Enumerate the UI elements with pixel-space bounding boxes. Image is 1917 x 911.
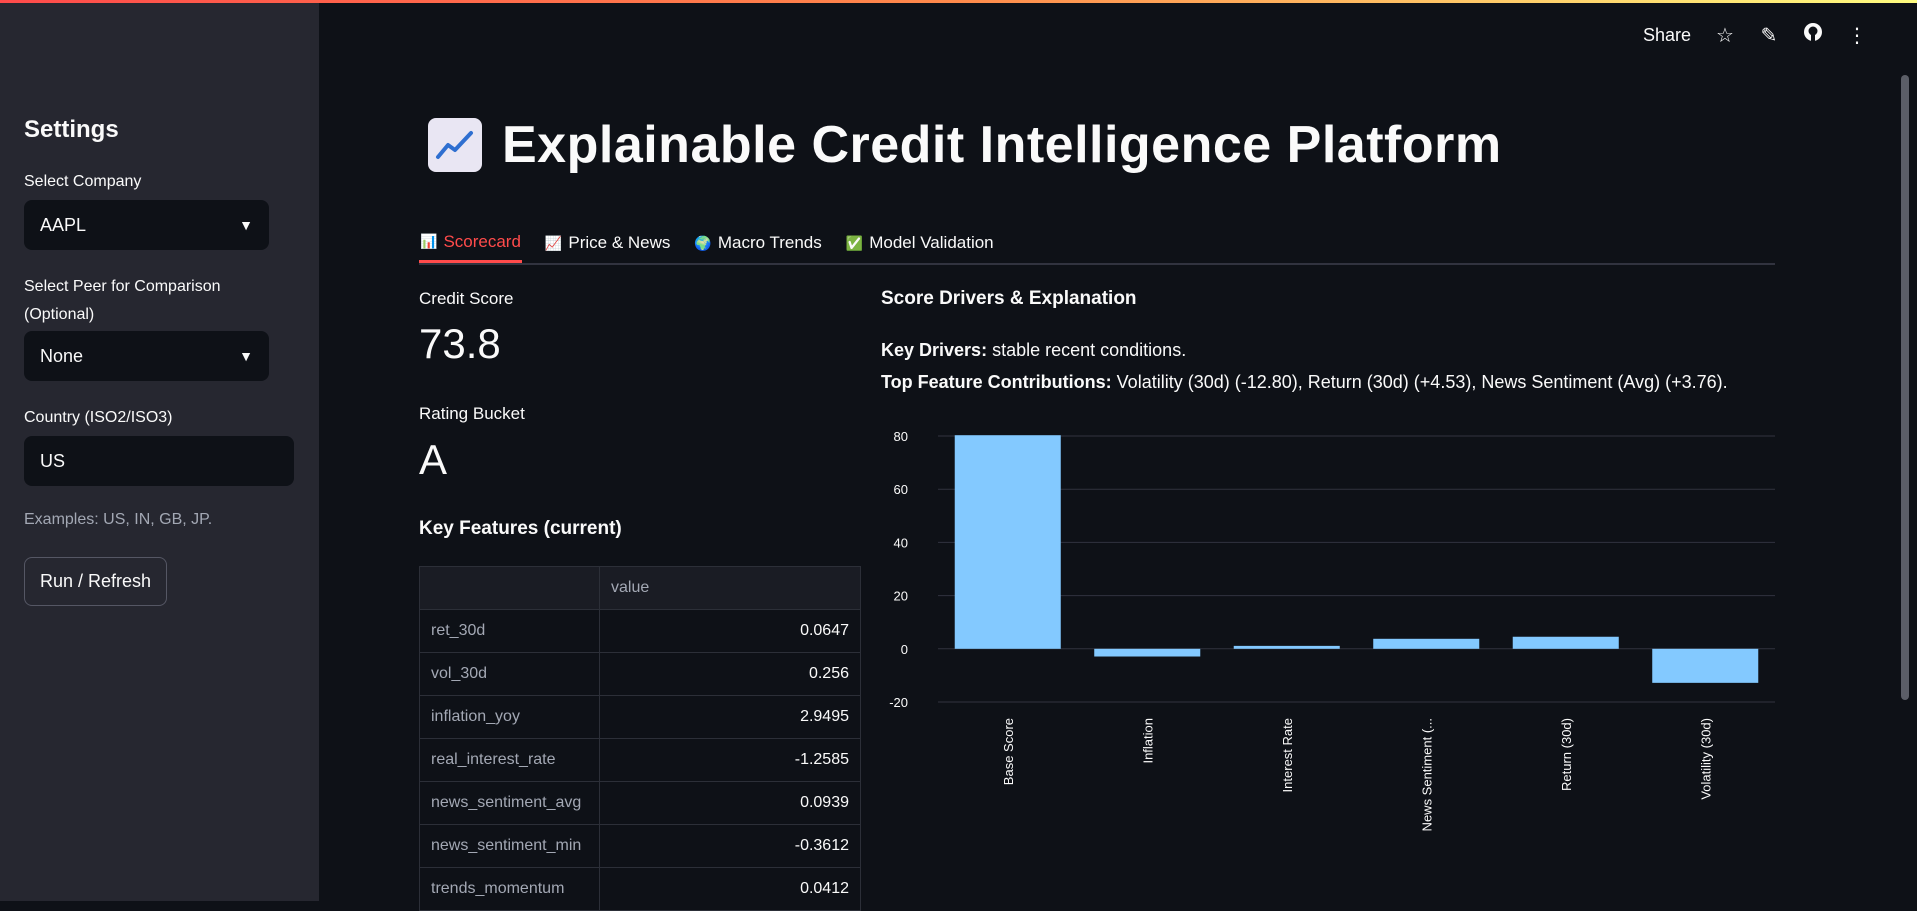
tab-scorecard[interactable]: 📊 Scorecard xyxy=(419,223,522,263)
x-tick-label: Volatility (30d) xyxy=(1698,718,1713,800)
company-select[interactable]: AAPL ▼ xyxy=(24,200,269,250)
country-help-text: Examples: US, IN, GB, JP. xyxy=(24,511,213,528)
feature-name: ret_30d xyxy=(419,609,600,653)
table-row: inflation_yoy 2.9495 xyxy=(419,695,861,739)
x-tick-label: News Sentiment (... xyxy=(1419,718,1434,831)
feature-name: vol_30d xyxy=(419,652,600,696)
top-contributions-line: Top Feature Contributions: Volatility (3… xyxy=(881,372,1728,393)
run-refresh-button[interactable]: Run / Refresh xyxy=(24,557,168,606)
github-icon[interactable] xyxy=(1803,22,1823,48)
scrollbar[interactable] xyxy=(1901,75,1909,700)
score-drivers-title: Score Drivers & Explanation xyxy=(881,288,1137,309)
feature-value: -1.2585 xyxy=(599,738,861,782)
tab-label: Price & News xyxy=(568,233,671,252)
key-features-table[interactable]: value ret_30d 0.0647 vol_30d 0.256 inflati… xyxy=(419,566,861,911)
rating-bucket-value: A xyxy=(419,436,448,483)
table-row: ret_30d 0.0647 xyxy=(419,609,861,653)
table-header-row: value xyxy=(419,566,861,610)
page-title: Explainable Credit Intelligence Platform xyxy=(428,115,1502,175)
key-drivers-text: stable recent conditions. xyxy=(992,340,1187,360)
top-contributions-text: Volatility (30d) (-12.80), Return (30d) … xyxy=(1116,372,1728,392)
feature-value: 0.256 xyxy=(599,652,861,696)
chart-bar xyxy=(1094,648,1201,657)
key-drivers-label: Key Drivers: xyxy=(881,340,988,360)
table-header-value[interactable]: value xyxy=(599,566,861,610)
y-tick-label: 0 xyxy=(901,642,908,657)
peer-select-value: None xyxy=(40,345,84,366)
y-tick-label: 20 xyxy=(894,589,908,604)
credit-score-label: Credit Score xyxy=(419,289,514,308)
peer-label: Select Peer for Comparison (Optional) xyxy=(24,278,221,323)
country-input-value: US xyxy=(40,450,66,471)
y-tick-label: -20 xyxy=(889,695,908,710)
chevron-down-icon: ▼ xyxy=(239,348,253,364)
tab-model-validation[interactable]: ✅ Model Validation xyxy=(845,223,995,263)
feature-value: -0.3612 xyxy=(599,824,861,868)
chevron-down-icon: ▼ xyxy=(239,217,253,233)
feature-value: 0.0412 xyxy=(599,867,861,911)
share-button[interactable]: Share xyxy=(1643,25,1691,46)
sidebar: Settings Select Company AAPL ▼ Select Pe… xyxy=(0,3,319,901)
credit-score-value: 73.8 xyxy=(419,320,501,367)
tab-macro-trends[interactable]: 🌍 Macro Trends xyxy=(693,223,822,263)
country-label: Country (ISO2/ISO3) xyxy=(24,409,173,426)
feature-name: inflation_yoy xyxy=(419,695,600,739)
y-tick-label: 80 xyxy=(894,429,908,444)
tab-price-news[interactable]: 📈 Price & News xyxy=(544,223,671,263)
company-label: Select Company xyxy=(24,173,142,190)
tab-label: Scorecard xyxy=(443,231,521,251)
feature-name: real_interest_rate xyxy=(419,738,600,782)
x-tick-label: Return (30d) xyxy=(1559,718,1574,791)
chart-bar xyxy=(954,435,1061,649)
x-tick-label: Base Score xyxy=(1001,718,1016,785)
chart-bar xyxy=(1652,648,1759,683)
tab-label: Macro Trends xyxy=(717,233,822,252)
top-contributions-label: Top Feature Contributions: xyxy=(881,372,1112,392)
rating-bucket-label: Rating Bucket xyxy=(419,404,525,423)
feature-value: 2.9495 xyxy=(599,695,861,739)
edit-pencil-icon[interactable]: ✎ xyxy=(1759,23,1779,48)
peer-select[interactable]: None ▼ xyxy=(24,331,269,381)
chart-increasing-icon xyxy=(428,118,482,172)
check-box-icon: ✅ xyxy=(845,234,864,251)
feature-name: news_sentiment_avg xyxy=(419,781,600,825)
globe-icon: 🌍 xyxy=(694,234,712,251)
key-drivers-line: Key Drivers: stable recent conditions. xyxy=(881,340,1186,361)
table-header-index xyxy=(419,566,600,610)
x-tick-label: Interest Rate xyxy=(1280,718,1295,792)
key-features-title: Key Features (current) xyxy=(419,518,622,539)
tab-label: Model Validation xyxy=(869,233,994,252)
tab-bar: 📊 Scorecard 📈 Price & News 🌍 Macro Trend… xyxy=(419,223,1775,265)
feature-value: 0.0939 xyxy=(599,781,861,825)
table-row: vol_30d 0.256 xyxy=(419,652,861,696)
page-title-text: Explainable Credit Intelligence Platform xyxy=(502,116,1502,174)
x-tick-label: Inflation xyxy=(1140,718,1155,764)
more-vertical-icon[interactable]: ⋮ xyxy=(1847,23,1867,48)
table-row: real_interest_rate -1.2585 xyxy=(419,738,861,782)
y-tick-label: 60 xyxy=(894,482,908,497)
bar-chart-icon: 📊 xyxy=(420,233,438,249)
table-row: news_sentiment_avg 0.0939 xyxy=(419,781,861,825)
feature-name: news_sentiment_min xyxy=(419,824,600,868)
country-input[interactable]: US xyxy=(24,436,294,486)
table-row: trends_momentum 0.0412 xyxy=(419,867,861,911)
company-select-value: AAPL xyxy=(40,214,87,235)
y-tick-label: 40 xyxy=(894,535,908,550)
chart-increasing-icon: 📈 xyxy=(544,234,563,251)
feature-value: 0.0647 xyxy=(599,609,861,653)
toolbar: Share ☆ ✎ ⋮ xyxy=(1643,22,1867,48)
sidebar-title: Settings xyxy=(24,116,119,143)
table-row: news_sentiment_min -0.3612 xyxy=(419,824,861,868)
chart-bar xyxy=(1512,636,1619,649)
chart-bar xyxy=(1233,645,1340,649)
star-icon[interactable]: ☆ xyxy=(1715,23,1735,48)
feature-name: trends_momentum xyxy=(419,867,600,911)
chart-bar xyxy=(1373,638,1480,649)
contributions-bar-chart[interactable]: 80 60 40 20 0 -20 Base Score Inflation Interest … xyxy=(880,410,1780,850)
